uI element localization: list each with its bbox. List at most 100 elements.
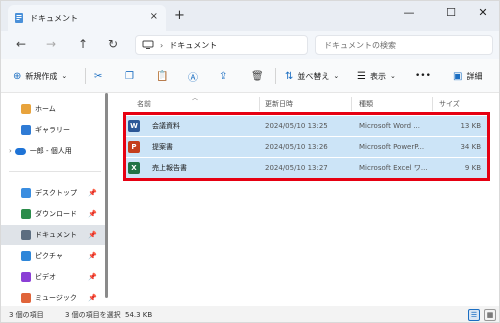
- view-icon: ☰: [357, 70, 366, 82]
- sidebar-item-music[interactable]: ミュージック 📌: [1, 288, 105, 308]
- gallery-icon: [21, 125, 31, 135]
- copy-button[interactable]: ❐: [125, 68, 138, 84]
- sort-button[interactable]: ⇅ 並べ替え ⌄: [285, 68, 339, 84]
- chevron-down-icon: ⌄: [333, 72, 340, 80]
- pin-icon[interactable]: 📌: [88, 252, 97, 260]
- column-divider[interactable]: [432, 97, 433, 111]
- sidebar-item-downloads[interactable]: ダウンロード 📌: [1, 204, 105, 224]
- documents-icon: [21, 230, 31, 240]
- details-button[interactable]: ▣ 詳細: [453, 68, 482, 84]
- back-button[interactable]: ←: [13, 37, 29, 51]
- pin-icon[interactable]: 📌: [88, 294, 97, 302]
- divider: [9, 171, 101, 172]
- status-bar: 3 個の項目 3 個の項目を選択 54.3 KB ☰ ▦: [1, 306, 499, 322]
- sidebar-item-home[interactable]: ホーム: [1, 99, 105, 119]
- forward-button[interactable]: →: [43, 37, 59, 51]
- paste-icon: 📋: [156, 70, 169, 82]
- videos-icon: [21, 272, 31, 282]
- search-input[interactable]: ドキュメントの検索: [315, 35, 493, 55]
- sidebar-item-label: ピクチャ: [35, 252, 63, 260]
- paste-button[interactable]: 📋: [156, 68, 172, 84]
- rename-icon: Ⓐ: [188, 72, 198, 84]
- command-bar: ⊕ 新規作成 ⌄ ✂ ❐ 📋 Ⓐ ⇪ 🗑 ⇅ 並べ替え ⌄ ☰ 表示 ⌄ •••…: [1, 59, 499, 93]
- sidebar-item-label: ギャラリー: [35, 126, 70, 134]
- up-button[interactable]: ↑: [75, 37, 91, 51]
- new-tab-button[interactable]: +: [174, 8, 185, 23]
- close-tab-icon[interactable]: ×: [150, 11, 158, 22]
- divider: [85, 68, 86, 84]
- sidebar-item-label: 一郎 - 個人用: [29, 147, 72, 155]
- sidebar-item-label: ホーム: [35, 105, 56, 113]
- column-divider[interactable]: [351, 97, 352, 111]
- chevron-right-icon: ›: [9, 147, 12, 155]
- tiles-view-icon[interactable]: ▦: [484, 309, 496, 321]
- details-pane-icon: ▣: [453, 70, 463, 82]
- status-selected-count: 3 個の項目を選択: [65, 311, 121, 319]
- pin-icon[interactable]: 📌: [88, 273, 97, 281]
- sidebar-item-label: ドキュメント: [35, 231, 77, 239]
- delete-button[interactable]: 🗑: [251, 68, 268, 84]
- column-divider[interactable]: [259, 97, 260, 111]
- sidebar-item-gallery[interactable]: ギャラリー: [1, 120, 105, 140]
- column-header-type[interactable]: 種類: [359, 99, 373, 109]
- music-icon: [21, 293, 31, 303]
- column-header-size[interactable]: サイズ: [439, 99, 460, 109]
- details-view-icon[interactable]: ☰: [468, 309, 480, 321]
- onedrive-icon: [14, 147, 26, 155]
- maximize-button[interactable]: ☐: [441, 6, 461, 19]
- sidebar-item-desktop[interactable]: デスクトップ 📌: [1, 183, 105, 203]
- download-icon: [21, 209, 31, 219]
- sidebar-scrollbar[interactable]: [105, 93, 108, 298]
- share-icon: ⇪: [219, 70, 228, 82]
- navigation-bar: ← → ↑ ↻ › ドキュメント ドキュメントの検索: [1, 31, 499, 59]
- more-options-button[interactable]: •••: [415, 68, 431, 84]
- close-window-button[interactable]: ✕: [473, 6, 493, 19]
- divider: [275, 68, 276, 84]
- share-button[interactable]: ⇪: [219, 68, 231, 84]
- cut-button[interactable]: ✂: [94, 68, 106, 84]
- sidebar-item-documents[interactable]: ドキュメント 📌: [1, 225, 105, 245]
- status-selected-size: 54.3 KB: [125, 311, 153, 319]
- sidebar-item-pictures[interactable]: ピクチャ 📌: [1, 246, 105, 266]
- monitor-icon: [142, 40, 154, 49]
- chevron-down-icon: ⌄: [389, 72, 396, 80]
- folder-icon: [15, 13, 23, 23]
- pin-icon[interactable]: 📌: [88, 189, 97, 197]
- column-header-name[interactable]: 名前: [137, 99, 151, 109]
- sidebar-item-label: デスクトップ: [35, 189, 77, 197]
- sidebar-item-onedrive[interactable]: › 一郎 - 個人用: [1, 141, 105, 161]
- pin-icon[interactable]: 📌: [88, 231, 97, 239]
- rename-button[interactable]: Ⓐ: [188, 68, 202, 84]
- search-placeholder: ドキュメントの検索: [324, 40, 396, 50]
- sidebar-item-label: ビデオ: [35, 273, 56, 281]
- sidebar-item-label: ダウンロード: [35, 210, 77, 218]
- sidebar-item-videos[interactable]: ビデオ 📌: [1, 267, 105, 287]
- scissors-icon: ✂: [94, 70, 103, 82]
- status-item-count: 3 個の項目: [9, 311, 44, 319]
- chevron-down-icon: ⌄: [61, 72, 68, 80]
- pin-icon[interactable]: 📌: [88, 210, 97, 218]
- new-button[interactable]: ⊕ 新規作成 ⌄: [13, 68, 67, 84]
- new-label: 新規作成: [25, 71, 58, 81]
- breadcrumb-documents[interactable]: ドキュメント: [169, 40, 217, 51]
- sort-label: 並べ替え: [297, 71, 330, 81]
- desktop-icon: [21, 188, 31, 198]
- minimize-button[interactable]: —: [399, 6, 419, 19]
- sort-ascending-icon: ︿: [192, 95, 199, 102]
- trash-icon: 🗑: [251, 70, 264, 82]
- copy-icon: ❐: [125, 70, 134, 82]
- pictures-icon: [21, 251, 31, 261]
- navigation-pane: ホーム ギャラリー › 一郎 - 個人用 デスクトップ 📌 ダウンロード 📌 ド…: [1, 93, 107, 306]
- tab-label: ドキュメント: [30, 13, 78, 23]
- address-bar[interactable]: › ドキュメント: [135, 35, 308, 55]
- title-bar: ドキュメント × + — ☐ ✕: [1, 1, 499, 31]
- column-header-modified[interactable]: 更新日時: [265, 99, 293, 109]
- breadcrumb-separator: ›: [160, 40, 164, 50]
- file-explorer-window: ドキュメント × + — ☐ ✕ ← → ↑ ↻ › ドキュメント ドキュメント…: [0, 0, 500, 323]
- details-label: 詳細: [466, 71, 483, 81]
- tab-documents[interactable]: ドキュメント ×: [8, 5, 166, 31]
- view-button[interactable]: ☰ 表示 ⌄: [357, 68, 396, 84]
- view-label: 表示: [369, 71, 386, 81]
- home-icon: [21, 104, 31, 114]
- refresh-button[interactable]: ↻: [105, 37, 121, 51]
